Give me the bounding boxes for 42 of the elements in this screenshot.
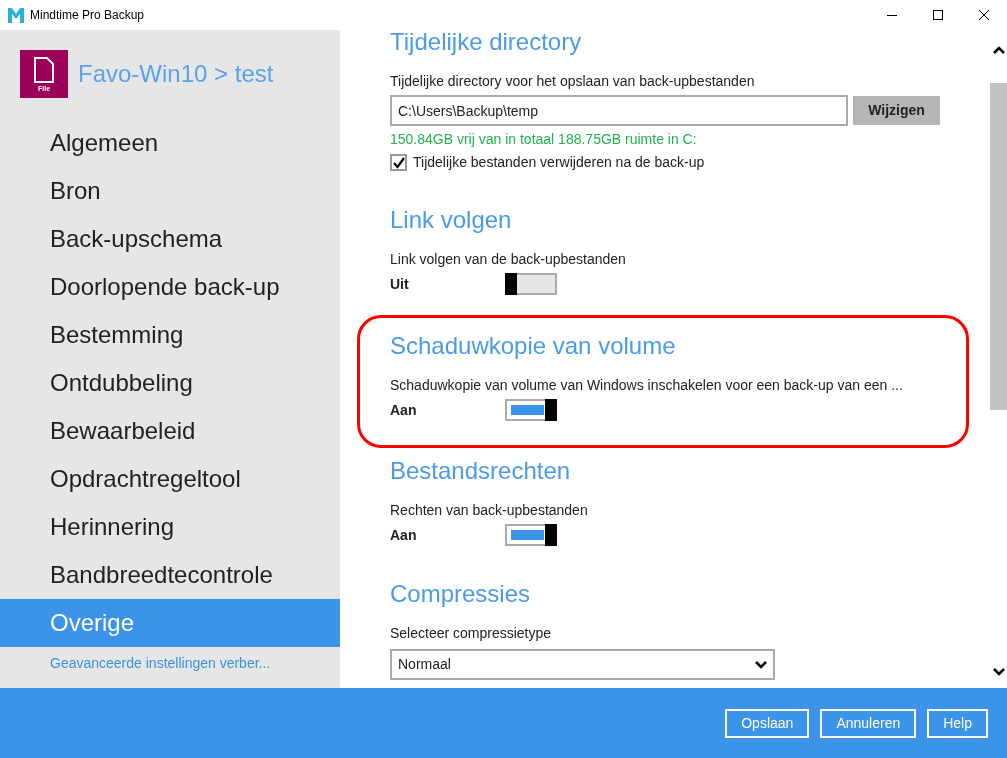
close-icon <box>979 10 989 20</box>
change-button[interactable]: Wijzigen <box>853 96 940 125</box>
toggle-switch[interactable] <box>505 273 557 295</box>
setting-label: Selecteer compressietype <box>390 624 553 643</box>
sidebar-item[interactable]: Back-upschema <box>0 215 340 263</box>
section-heading: Schaduwkopie van volume <box>390 331 677 361</box>
checkbox[interactable] <box>390 154 407 171</box>
setting-label: Tijdelijke directory voor het opslaan van back-upbestanden <box>390 72 756 91</box>
window-title: Mindtime Pro Backup <box>30 7 145 24</box>
scroll-down-icon[interactable] <box>992 668 1005 676</box>
sidebar-item[interactable]: Bewaarbeleid <box>0 407 340 455</box>
path-field[interactable]: C:\Users\Backup\temp <box>390 95 848 126</box>
toggle-state-text: Aan <box>390 400 418 420</box>
sidebar-item[interactable]: Bandbreedtecontrole <box>0 551 340 599</box>
toggle-switch[interactable] <box>505 524 557 546</box>
scroll-up-icon[interactable] <box>992 46 1005 54</box>
sidebar-item[interactable]: Opdrachtregeltool <box>0 455 340 503</box>
sidebar-item[interactable]: Ontdubbeling <box>0 359 340 407</box>
chevron-down-icon <box>755 660 767 669</box>
section-heading: Tijdelijke directory <box>390 27 583 57</box>
section-heading: Bestandsrechten <box>390 456 572 486</box>
section-heading: Link volgen <box>390 205 513 235</box>
backup-set-name: Favo-Win10 > test <box>78 59 274 89</box>
setting-label: Link volgen van de back-upbestanden <box>390 250 627 269</box>
minimize-icon <box>887 14 897 16</box>
toggle-state-text: Aan <box>390 525 418 545</box>
toggle-state-text: Uit <box>390 274 410 294</box>
setting-label: Schaduwkopie van volume van Windows inschakelen voor een back-up van een ... <box>390 376 904 395</box>
maximize-icon <box>933 10 943 20</box>
checkbox-label: Tijdelijke bestanden verwijderen na de back-up <box>413 153 705 172</box>
toggle-switch[interactable] <box>505 399 557 421</box>
sidebar-item[interactable]: Herinnering <box>0 503 340 551</box>
compression-dropdown[interactable]: Normaal <box>390 649 775 680</box>
section-heading: Compressies <box>390 579 532 609</box>
sidebar-item[interactable]: Bestemming <box>0 311 340 359</box>
sidebar-item[interactable]: Doorlopende back-up <box>0 263 340 311</box>
free-space-text: 150.84GB vrij van in totaal 188.75GB ruimte in C: <box>390 130 698 149</box>
scrollbar-thumb[interactable] <box>990 83 1007 410</box>
sidebar-item[interactable]: Bron <box>0 167 340 215</box>
logo-icon <box>8 7 24 23</box>
sidebar-item[interactable]: Algemeen <box>0 119 340 167</box>
setting-label: Rechten van back-upbestanden <box>390 501 589 520</box>
